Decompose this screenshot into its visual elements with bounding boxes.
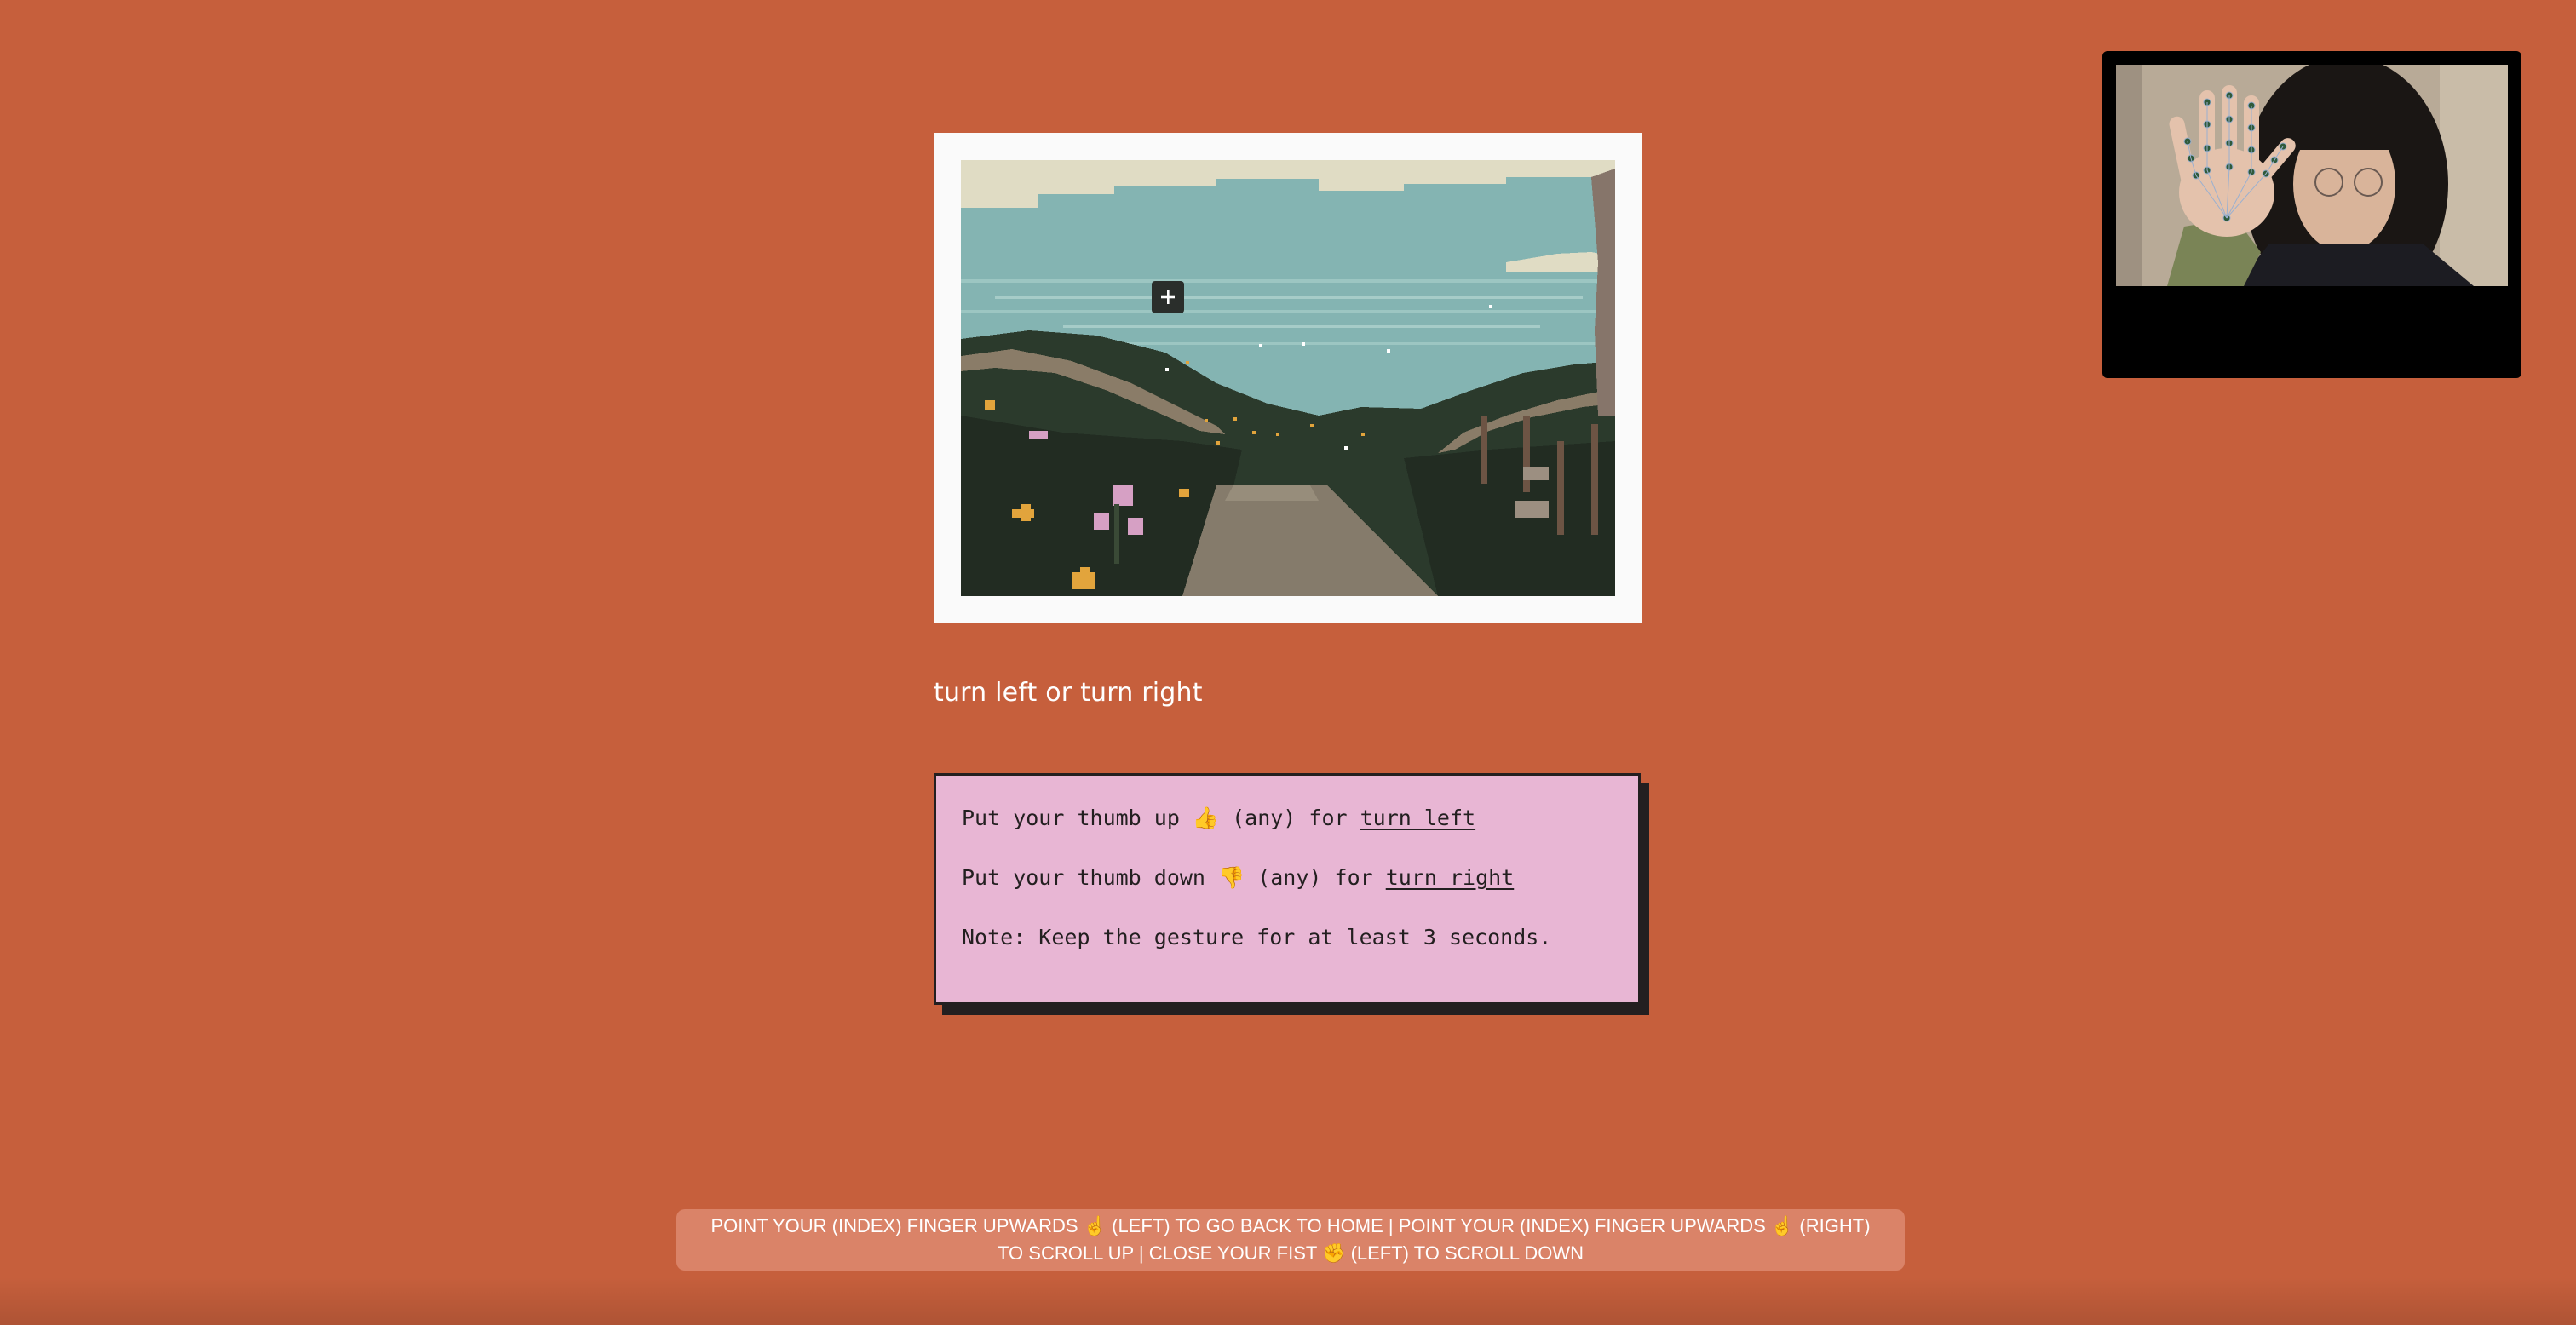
bottom-shade [0,1277,2576,1325]
webcam-feed [2116,65,2508,286]
instruction-note: Note: Keep the gesture for at least 3 se… [962,925,1552,949]
webcam-panel [2102,51,2521,378]
gesture-help-bar: POINT YOUR (INDEX) FINGER UPWARDS ☝️ (LE… [676,1209,1905,1271]
turn-right-link[interactable]: turn right [1386,865,1515,890]
turn-left-link[interactable]: turn left [1360,806,1475,830]
scene-card [934,133,1642,623]
add-button[interactable] [1152,281,1184,313]
plus-icon [1161,290,1175,304]
instructions-box: Put your thumb up 👍 (any) for turn left … [934,773,1641,1005]
instruction-thumb-down-text: Put your thumb down 👎 (any) for [962,865,1386,890]
instruction-thumb-up: Put your thumb up 👍 (any) for turn left [962,801,1613,835]
instruction-thumb-up-text: Put your thumb up 👍 (any) for [962,806,1360,830]
scene-image [961,160,1615,596]
instruction-thumb-down: Put your thumb down 👎 (any) for turn rig… [962,861,1613,895]
page: turn left or turn right Put your thumb u… [0,0,2576,1325]
question-text: turn left or turn right [934,678,1203,708]
